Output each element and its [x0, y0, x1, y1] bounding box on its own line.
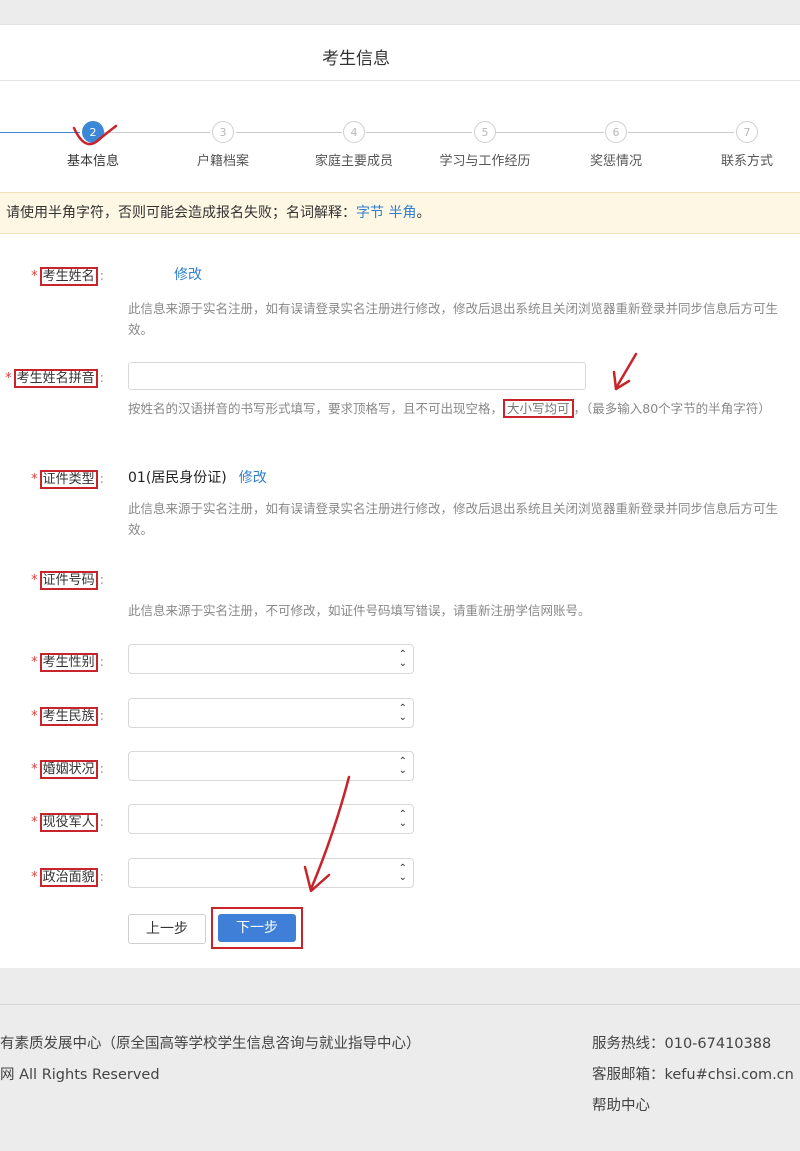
step-connector	[628, 132, 734, 133]
required-marker: *	[5, 371, 12, 386]
chevron-up-down-icon: ⌃ ⌄	[398, 756, 407, 776]
chevron-up-down-icon: ⌃ ⌄	[398, 703, 407, 723]
chevron-up-down-icon: ⌃ ⌄	[398, 809, 407, 829]
id-number-label: * 证件号码:	[31, 571, 104, 590]
step-label-contact: 联系方式	[720, 154, 773, 169]
footer-divider	[0, 1004, 800, 1005]
notice-text: 请使用半角字符，否则可能会造成报名失败；名词解释：	[6, 205, 356, 221]
name-edit-link[interactable]: 修改	[174, 267, 202, 283]
pinyin-label: * 考生姓名拼音:	[5, 369, 104, 388]
page-title: 考生信息	[322, 49, 390, 69]
step-label-rewards: 奖惩情况	[589, 154, 642, 169]
pinyin-hint: 按姓名的汉语拼音的书写形式填写，要求顶格写，且不可出现空格， 大小写均可 ，（最多输…	[128, 399, 771, 418]
military-select[interactable]: ⌃ ⌄	[128, 804, 414, 834]
pinyin-input[interactable]	[128, 362, 586, 390]
footer-email: 客服邮箱：kefu#chsi.com.cn	[592, 1067, 794, 1083]
chevron-up-down-icon: ⌃ ⌄	[398, 649, 407, 669]
ethnicity-select[interactable]: ⌃ ⌄	[128, 698, 414, 728]
footer-hotline: 服务热线：010-67410388	[592, 1036, 772, 1052]
id-type-hint: 此信息来源于实名注册，如有误请登录实名注册进行修改，修改后退出系统且关闭浏览器重…	[128, 501, 779, 537]
step-3-circle: 3	[212, 121, 234, 143]
marital-select[interactable]: ⌃ ⌄	[128, 751, 414, 781]
case-insensitive-highlight: 大小写均可	[503, 399, 574, 418]
step-4-circle: 4	[343, 121, 365, 143]
id-type-edit-link[interactable]: 修改	[239, 470, 267, 486]
site-footer: 有素质发展中心（原全国高等学校学生信息咨询与就业指导中心） 网 All Righ…	[0, 968, 800, 1151]
chevron-up-down-icon: ⌃ ⌄	[398, 863, 407, 883]
byte-term-link[interactable]: 字节	[356, 205, 384, 221]
help-center-link[interactable]: 帮助中心	[592, 1094, 650, 1115]
half-width-notice: 请使用半角字符，否则可能会造成报名失败；名词解释：字节 半角。	[0, 192, 800, 234]
id-number-hint: 此信息来源于实名注册，不可修改，如证件号码填写错误，请重新注册学信网账号。	[128, 603, 591, 618]
required-marker: *	[31, 269, 38, 284]
notice-end: 。	[416, 205, 431, 221]
military-label: * 现役军人:	[31, 813, 104, 832]
name-value: 修改	[162, 264, 202, 284]
id-type-value: 01(居民身份证) 修改	[128, 470, 267, 486]
step-label-family: 家庭主要成员	[314, 154, 393, 169]
political-label: * 政治面貌:	[31, 868, 104, 887]
id-type-label: * 证件类型:	[31, 470, 104, 489]
name-hint: 此信息来源于实名注册，如有误请登录实名注册进行修改，修改后退出系统且关闭浏览器重…	[128, 301, 779, 337]
marital-label: * 婚姻状况:	[31, 760, 104, 779]
footer-rights: 网 All Rights Reserved	[0, 1067, 160, 1083]
required-marker: *	[31, 573, 38, 588]
prev-step-button[interactable]: 上一步	[128, 914, 206, 944]
next-step-highlight: 下一步	[211, 907, 303, 949]
next-step-button[interactable]: 下一步	[218, 914, 296, 942]
required-marker: *	[31, 762, 38, 777]
step-connector	[104, 132, 210, 133]
name-label: * 考生姓名:	[31, 267, 104, 286]
step-connector	[236, 132, 342, 133]
step-label-study-work: 学习与工作经历	[439, 154, 531, 169]
political-select[interactable]: ⌃ ⌄	[128, 858, 414, 888]
required-marker: *	[31, 709, 38, 724]
required-marker: *	[31, 815, 38, 830]
step-connector	[366, 132, 472, 133]
gender-select[interactable]: ⌃ ⌄	[128, 644, 414, 674]
step-7-circle: 7	[736, 121, 758, 143]
title-divider	[0, 80, 800, 81]
required-marker: *	[31, 655, 38, 670]
half-width-term-link[interactable]: 半角	[388, 205, 416, 221]
gender-label: * 考生性别:	[31, 653, 104, 672]
ethnicity-label: * 考生民族:	[31, 707, 104, 726]
required-marker: *	[31, 870, 38, 885]
step-connector	[0, 132, 80, 133]
footer-org: 有素质发展中心（原全国高等学校学生信息咨询与就业指导中心）	[0, 1036, 421, 1052]
step-label-basic-info: 基本信息	[66, 154, 119, 169]
step-5-circle: 5	[474, 121, 496, 143]
step-label-household: 户籍档案	[196, 154, 249, 169]
required-marker: *	[31, 472, 38, 487]
step-2-circle: 2	[82, 121, 104, 143]
step-6-circle: 6	[605, 121, 627, 143]
step-connector	[496, 132, 604, 133]
